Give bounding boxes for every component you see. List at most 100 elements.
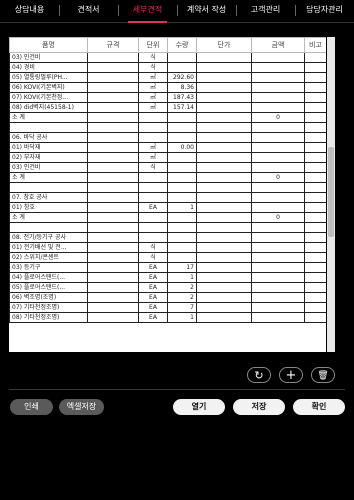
table-cell[interactable] [87,282,139,293]
table-cell[interactable] [87,82,139,93]
table-cell[interactable] [196,172,252,183]
table-row[interactable]: 08. 전기/등기구 공사 [9,232,326,243]
table-row[interactable]: 03) 등기구 EA 17 [9,262,326,273]
table-cell[interactable]: 06) KOVI(기본벽지) [9,82,88,93]
table-row[interactable]: 07. 창호 공사 [9,192,326,203]
table-cell[interactable] [196,242,252,253]
table-cell[interactable]: 08. 전기/등기구 공사 [9,232,88,243]
table-row[interactable]: 07) 기타천정조명) EA 7 [9,302,326,313]
table-cell[interactable] [304,312,326,323]
print-button[interactable]: 인쇄 [10,399,53,415]
table-cell[interactable]: 157.14 [167,102,197,113]
table-row[interactable]: 02) 스위치/콘센트 식 [9,252,326,263]
table-row[interactable]: 06) 벽조명(조명) EA 2 [9,292,326,303]
table-cell[interactable] [138,122,168,133]
table-cell[interactable] [87,162,139,173]
table-cell[interactable] [9,182,88,193]
table-cell[interactable] [304,112,326,123]
table-cell[interactable] [167,192,197,203]
table-cell[interactable] [251,122,305,133]
table-cell[interactable] [196,52,252,63]
table-cell[interactable] [251,202,305,213]
table-cell[interactable] [251,242,305,253]
table-cell[interactable] [167,242,197,253]
table-cell[interactable] [304,52,326,63]
table-cell[interactable] [167,162,197,173]
table-row[interactable]: 08) 기타천정조명) EA 1 [9,312,326,323]
table-cell[interactable] [87,142,139,153]
table-cell[interactable] [196,262,252,273]
tab-contract[interactable]: 계약서 작성 [177,0,236,22]
table-row[interactable] [9,122,326,133]
table-cell[interactable] [304,192,326,203]
table-cell[interactable] [196,212,252,223]
table-cell[interactable]: 0 [251,112,305,123]
table-row[interactable]: 06. 바닥 공사 [9,132,326,143]
excel-save-button[interactable]: 엑셀저장 [59,399,104,415]
table-cell[interactable]: 2 [167,292,197,303]
table-cell[interactable] [87,152,139,163]
table-cell[interactable] [196,162,252,173]
table-cell[interactable]: 02) 스위치/콘센트 [9,252,88,263]
grid-scrollbar[interactable] [327,37,335,352]
col-header-unit[interactable]: 단위 [138,37,168,53]
table-cell[interactable] [87,102,139,113]
table-cell[interactable] [167,122,197,133]
table-row[interactable]: 01) 창호 EA 1 [9,202,326,213]
table-cell[interactable] [138,192,168,203]
table-cell[interactable] [196,112,252,123]
table-cell[interactable] [251,52,305,63]
col-header-spec[interactable]: 규격 [87,37,139,53]
table-cell[interactable] [304,272,326,283]
table-cell[interactable] [87,182,139,193]
table-cell[interactable] [196,292,252,303]
table-cell[interactable]: 소 계 [9,212,88,223]
table-cell[interactable] [251,252,305,263]
table-cell[interactable] [304,102,326,113]
col-header-note[interactable]: 비고 [304,37,326,53]
table-cell[interactable] [138,222,168,233]
table-cell[interactable]: ㎡ [138,72,168,83]
table-cell[interactable]: EA [138,262,168,273]
table-cell[interactable]: 2 [167,282,197,293]
table-cell[interactable] [87,212,139,223]
table-row[interactable] [9,222,326,233]
table-row[interactable]: 04) 플로어스탠드(... EA 1 [9,272,326,283]
table-cell[interactable] [304,222,326,233]
table-cell[interactable] [304,142,326,153]
table-cell[interactable] [251,82,305,93]
table-row[interactable]: 04) 경비 식 [9,62,326,73]
table-cell[interactable] [167,132,197,143]
table-cell[interactable]: 02) 부자재 [9,152,88,163]
table-cell[interactable] [251,312,305,323]
table-cell[interactable]: 03) 인건비 [9,162,88,173]
table-cell[interactable]: ㎡ [138,82,168,93]
table-cell[interactable]: 05) 플로어스탠드(... [9,282,88,293]
table-cell[interactable]: 07) KOVI(기본천정... [9,92,88,103]
table-cell[interactable] [87,52,139,63]
table-cell[interactable] [87,232,139,243]
table-cell[interactable] [138,182,168,193]
table-cell[interactable] [304,202,326,213]
table-cell[interactable] [304,82,326,93]
table-row[interactable]: 03) 인건비 식 [9,162,326,173]
table-cell[interactable] [167,232,197,243]
table-cell[interactable] [196,312,252,323]
table-cell[interactable]: 03) 인건비 [9,52,88,63]
table-row[interactable]: 03) 인건비 식 [9,52,326,63]
table-cell[interactable]: 08) 기타천정조명) [9,312,88,323]
table-cell[interactable]: 식 [138,242,168,253]
table-cell[interactable] [87,302,139,313]
table-cell[interactable] [251,192,305,203]
table-row[interactable] [9,182,326,193]
table-cell[interactable] [251,92,305,103]
table-cell[interactable]: 0.00 [167,142,197,153]
table-cell[interactable] [87,222,139,233]
table-cell[interactable] [251,62,305,73]
table-row[interactable]: 01) 바닥재 ㎡ 0.00 [9,142,326,153]
table-cell[interactable]: 식 [138,52,168,63]
table-cell[interactable] [87,292,139,303]
table-cell[interactable] [304,252,326,263]
table-cell[interactable]: 1 [167,272,197,283]
table-cell[interactable]: 01) 전기배선 및 전... [9,242,88,253]
